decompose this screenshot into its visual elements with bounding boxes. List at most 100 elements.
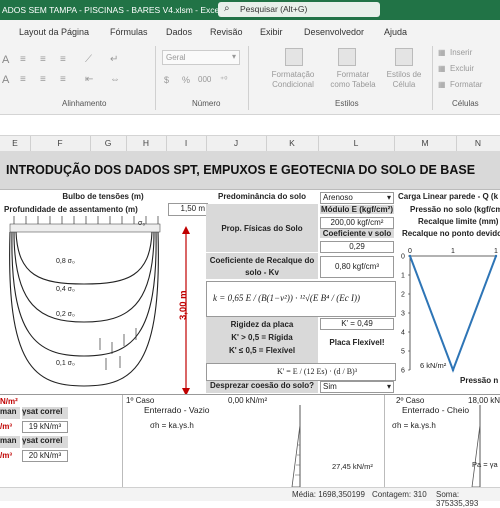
search-box[interactable]: ⌕ Pesquisar (Alt+G) <box>218 2 380 17</box>
bulb-diagram <box>9 216 190 396</box>
placa-result: Placa Flexível! <box>329 338 385 347</box>
align-left-icon[interactable]: ≡ <box>20 74 26 85</box>
indent-icon[interactable]: ⇤ <box>85 74 93 85</box>
font-color-icon[interactable]: A <box>2 74 9 86</box>
status-media: Média: 1698,350199 <box>292 490 365 499</box>
case1-value: 0,00 kN/m² <box>228 396 268 405</box>
column-header-k[interactable]: K <box>266 138 318 148</box>
column-header-e[interactable]: E <box>0 138 30 148</box>
coesao-select[interactable]: Sim ▾ <box>320 381 394 393</box>
recalque-ponto-label: Recalque no ponto devido <box>402 229 500 238</box>
depth-arrow-head-top <box>182 226 190 234</box>
search-placeholder: Pesquisar (Alt+G) <box>240 4 308 14</box>
poisson-label: Coeficiente v solo <box>320 229 394 238</box>
bulb-curves <box>9 231 159 387</box>
align-bottom-icon[interactable]: ≡ <box>60 54 66 65</box>
status-bar: Média: 1698,350199 Contagem: 310 Soma: 3… <box>0 487 500 508</box>
left-row-4-b[interactable]: 20 kN/m³ <box>22 450 68 462</box>
increase-decimal-icon[interactable]: ⁺⁰ <box>220 75 227 84</box>
poisson-value[interactable]: 0,29 <box>320 241 394 253</box>
column-header-i[interactable]: I <box>166 138 206 148</box>
column-header-j[interactable]: J <box>206 138 266 148</box>
tab-formulas[interactable]: Fórmulas <box>110 27 148 37</box>
wrap-text-icon[interactable]: ↵ <box>110 54 118 65</box>
format-icon: ▦ <box>438 80 446 89</box>
format-table-button[interactable]: Formatar como Tabela <box>328 70 378 90</box>
case1-sub: Enterrado - Vazio <box>144 405 210 415</box>
thousands-icon[interactable]: 000 <box>198 75 211 84</box>
format-table-icon[interactable] <box>338 48 356 66</box>
left-row-2-b[interactable]: 19 kN/m³ <box>22 421 68 433</box>
column-header-g[interactable]: G <box>90 138 126 148</box>
tab-ajuda[interactable]: Ajuda <box>384 27 407 37</box>
tab-desenvolvedor[interactable]: Desenvolvedor <box>304 27 364 37</box>
conditional-format-icon[interactable] <box>285 48 303 66</box>
left-row-2-a: /m³ <box>0 422 12 431</box>
prop-label: Prop. Físicas do Solo <box>221 224 303 233</box>
kv-value[interactable]: 0,80 kgf/cm³ <box>320 256 394 278</box>
column-header-l[interactable]: L <box>318 138 394 148</box>
number-format-select[interactable]: Geral ▾ <box>162 50 240 65</box>
cell-styles-button[interactable]: Estilos de Célula <box>385 70 423 90</box>
delete-icon: ▦ <box>438 64 446 73</box>
chevron-down-icon: ▾ <box>386 193 391 202</box>
chart-pressure-label: 6 kN/m² <box>420 361 447 370</box>
recalque-lim-label: Recalque limite (mm) <box>418 217 499 226</box>
group-styles-label: Estilos <box>335 99 359 108</box>
column-header-n[interactable]: N <box>456 138 500 148</box>
percent-icon[interactable]: % <box>182 75 190 85</box>
left-row-1-a: man <box>0 407 20 419</box>
ribbon: A A ≡ ≡ ≡ ⟋ ≡ ≡ ≡ ⇤ ↵ ⇔ Alinhamento Gera… <box>0 42 500 115</box>
currency-icon[interactable]: $ <box>164 75 169 85</box>
formula2-image: K' = E / (12 Es) · (d / B)³ <box>206 363 396 381</box>
align-top-icon[interactable]: ≡ <box>20 54 26 65</box>
chevron-down-icon: ▾ <box>386 382 391 391</box>
prof-value[interactable]: 1,50 m <box>168 203 208 216</box>
pred-value: Arenoso <box>323 193 353 202</box>
merge-icon[interactable]: ⇔ <box>110 74 120 85</box>
pred-select[interactable]: Arenoso ▾ <box>320 192 394 204</box>
tab-revisao[interactable]: Revisão <box>210 27 243 37</box>
chart-point <box>408 254 412 258</box>
tab-layout-pagina[interactable]: Layout da Página <box>19 27 89 37</box>
chart-x-tick-label: 1 <box>494 248 498 255</box>
formula2-text: K' = E / (12 Es) · (d / B)³ <box>277 367 358 376</box>
bulb-label-08: 0,8 σ₀ <box>56 258 75 265</box>
format-button[interactable]: Formatar <box>450 80 482 89</box>
depth-label: 3,00 m <box>178 290 189 320</box>
insert-button[interactable]: Inserir <box>450 48 472 57</box>
column-header-h[interactable]: H <box>126 138 166 148</box>
tab-exibir[interactable]: Exibir <box>260 27 283 37</box>
grow-font-icon[interactable]: A <box>2 54 9 66</box>
conditional-format-button[interactable]: Formatação Condicional <box>268 70 318 90</box>
title-bar: ADOS SEM TAMPA - PISCINAS - BARES V4.xls… <box>0 0 500 20</box>
chart-y-tick-label: 6 <box>401 368 405 375</box>
status-soma: Soma: 375335,393 <box>436 490 479 508</box>
column-header-f[interactable]: F <box>30 138 90 148</box>
align-right-icon[interactable]: ≡ <box>60 74 66 85</box>
align-middle-icon[interactable]: ≡ <box>40 54 46 65</box>
orientation-icon[interactable]: ⟋ <box>85 54 92 65</box>
chevron-down-icon: ▾ <box>231 52 236 61</box>
case1-eq: σh = ka.γs.h <box>150 421 194 430</box>
sigma0-label: σ₀ <box>138 220 146 227</box>
chart-y-tick-label: 4 <box>401 330 405 337</box>
carga-label: Carga Linear parede - Q (k <box>398 192 499 201</box>
align-center-icon[interactable]: ≡ <box>40 74 46 85</box>
chart-series-line <box>409 255 497 373</box>
delete-button[interactable]: Excluir <box>450 64 474 73</box>
chart-point <box>494 254 498 258</box>
formula-bar[interactable] <box>0 115 500 136</box>
modulo-label: Módulo E (kgf/cm²) <box>320 205 394 214</box>
modulo-value[interactable]: 200,00 kgf/cm² <box>320 217 394 229</box>
case1-triangle <box>291 424 301 487</box>
case2-eq: σh = ka.γs.h <box>392 421 436 430</box>
coesao-value: Sim <box>323 382 337 391</box>
group-cells-label: Células <box>452 99 479 108</box>
cell-styles-icon[interactable] <box>395 48 413 66</box>
stress-arrows <box>99 328 137 370</box>
tab-dados[interactable]: Dados <box>166 27 192 37</box>
column-header-m[interactable]: M <box>394 138 456 148</box>
chart-x-tick-label: 0 <box>408 248 412 255</box>
bulb-label-02: 0,2 σ₀ <box>56 311 75 318</box>
